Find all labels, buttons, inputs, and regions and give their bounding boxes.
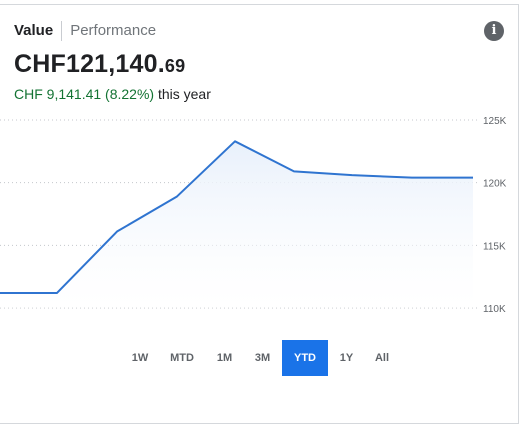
y-tick-label: 120K bbox=[483, 179, 507, 190]
range-button-ytd[interactable]: YTD bbox=[282, 340, 328, 376]
y-tick-label: 110K bbox=[483, 304, 506, 315]
range-selector: 1W MTD 1M 3M YTD 1Y All bbox=[122, 340, 399, 376]
value-chart: 125K 120K 115K 110K bbox=[0, 116, 507, 315]
range-button-mtd[interactable]: MTD bbox=[158, 340, 206, 376]
range-button-1y[interactable]: 1Y bbox=[328, 340, 365, 376]
y-tick-label: 125K bbox=[483, 116, 507, 127]
chart-area bbox=[0, 141, 473, 308]
y-tick-label: 115K bbox=[483, 241, 506, 252]
range-button-3m[interactable]: 3M bbox=[243, 340, 282, 376]
range-button-1m[interactable]: 1M bbox=[206, 340, 243, 376]
range-button-1w[interactable]: 1W bbox=[122, 340, 158, 376]
range-button-all[interactable]: All bbox=[365, 340, 399, 376]
